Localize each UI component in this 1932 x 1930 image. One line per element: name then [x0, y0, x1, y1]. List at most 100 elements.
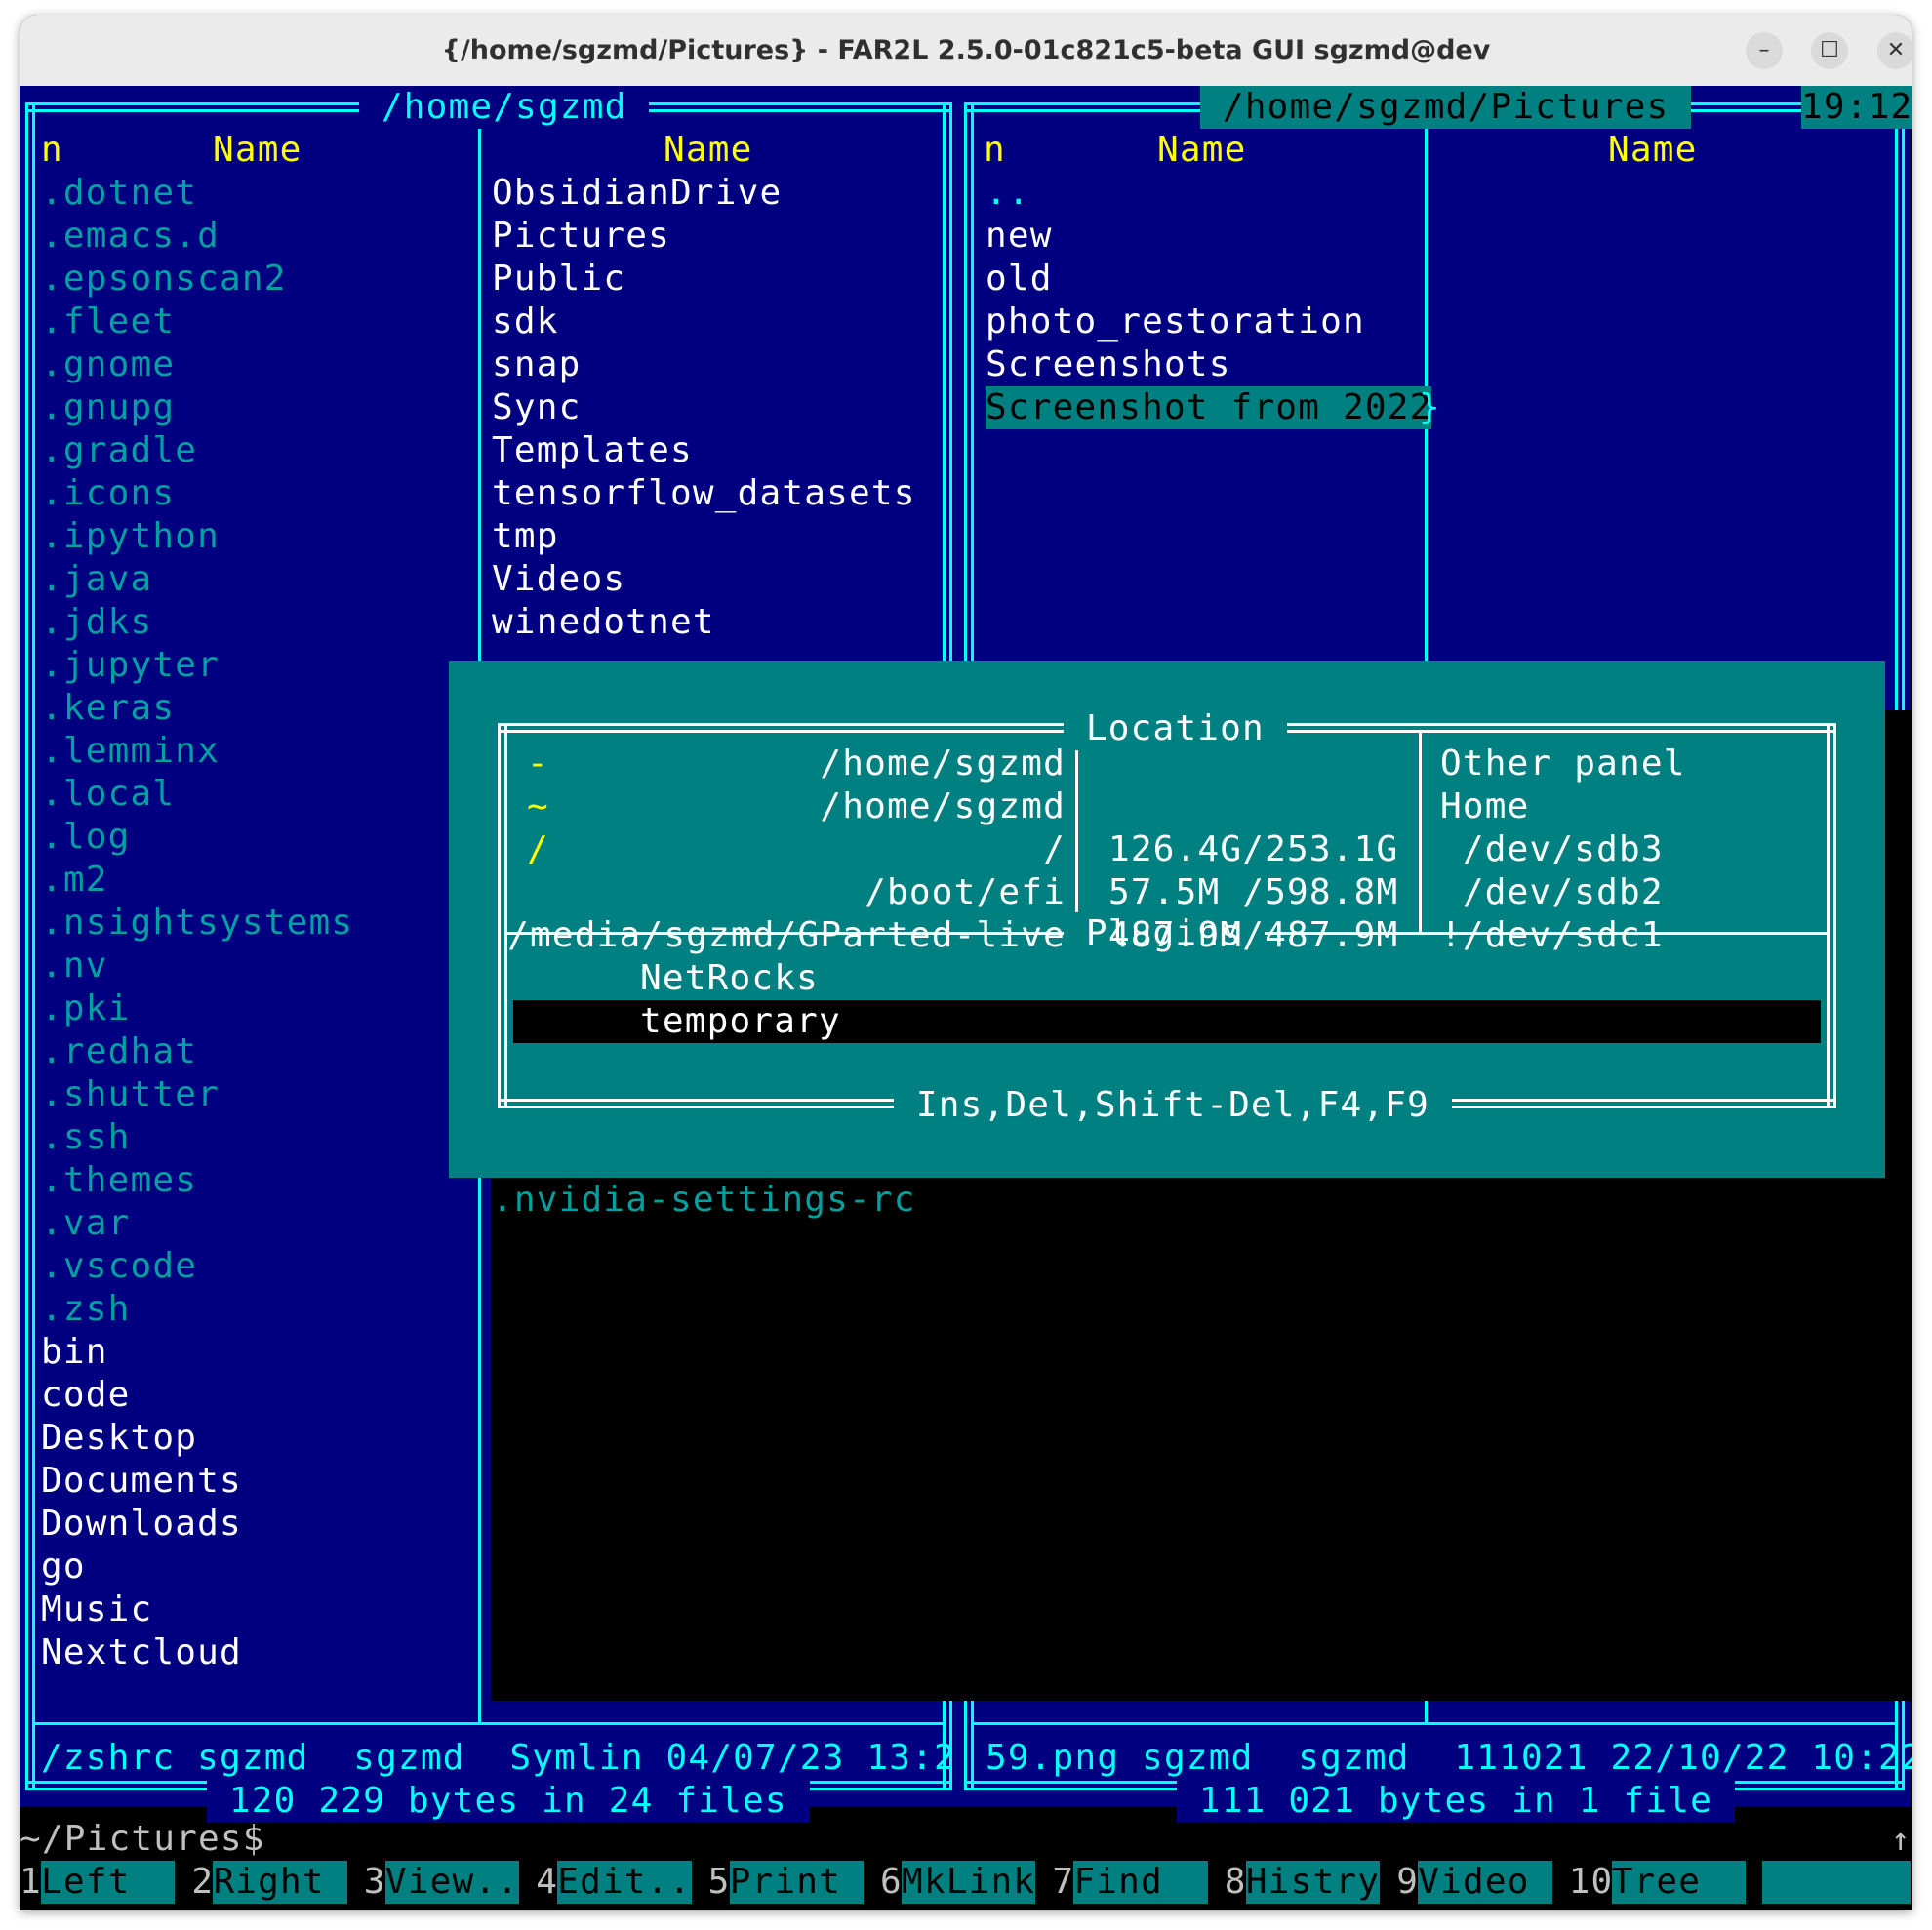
file-item[interactable]: .pki: [41, 987, 131, 1030]
location-info: /dev/sdb3: [1440, 829, 1664, 869]
file-item[interactable]: .nsightsystems: [41, 902, 353, 945]
window-title: {/home/sgzmd/Pictures} - FAR2L 2.5.0-01c…: [441, 35, 1491, 65]
left-col1-header-name[interactable]: Name: [213, 129, 302, 172]
file-item[interactable]: ObsidianDrive: [492, 172, 782, 215]
left-summary: 120 229 bytes in 24 files: [207, 1780, 810, 1823]
fkey-number: 10: [1568, 1862, 1614, 1902]
file-item[interactable]: .local: [41, 773, 175, 816]
file-item[interactable]: bin: [41, 1331, 108, 1374]
right-panel-path[interactable]: /home/sgzmd/Pictures: [1200, 86, 1692, 129]
fkey-10-button[interactable]: Tree: [1611, 1861, 1746, 1904]
file-item[interactable]: .jupyter: [41, 644, 220, 687]
file-item[interactable]: photo_restoration: [986, 301, 1365, 343]
selected-file-item[interactable]: Screenshot from 2022: [986, 386, 1432, 429]
file-item[interactable]: .nv: [41, 945, 108, 987]
file-item[interactable]: .gnome: [41, 343, 175, 386]
file-item[interactable]: sdk: [492, 301, 559, 343]
location-space: 487.9M/487.9M: [1108, 915, 1399, 955]
fkey-3-button[interactable]: View..: [384, 1861, 520, 1904]
file-item[interactable]: .epsonscan2: [41, 258, 287, 301]
plugin-item[interactable]: NetRocks: [640, 957, 819, 1000]
file-item[interactable]: go: [41, 1546, 86, 1588]
right-col2-header-name[interactable]: Name: [1608, 129, 1698, 172]
file-item[interactable]: .icons: [41, 472, 175, 515]
left-info-line: /zshrc sgzmd sgzmd Symlin 04/07/23 13:22: [41, 1738, 979, 1778]
fkey-4-button[interactable]: Edit..: [557, 1861, 692, 1904]
file-item[interactable]: .fleet: [41, 301, 175, 343]
file-item[interactable]: .zsh: [41, 1288, 131, 1331]
file-item[interactable]: .keras: [41, 687, 175, 730]
file-item[interactable]: .shutter: [41, 1073, 220, 1116]
right-col1-header-name[interactable]: Name: [1157, 129, 1247, 172]
file-item[interactable]: Pictures: [492, 215, 670, 258]
file-item[interactable]: old: [986, 258, 1053, 301]
file-item[interactable]: .ipython: [41, 515, 220, 558]
file-item[interactable]: .log: [41, 816, 131, 859]
right-col1-header-n[interactable]: n: [984, 129, 1006, 172]
file-item[interactable]: Templates: [492, 429, 693, 472]
fkey-2-button[interactable]: Right: [213, 1861, 347, 1904]
file-item[interactable]: Desktop: [41, 1417, 197, 1460]
dialog-footer: Ins,Del,Shift-Del,F4,F9: [894, 1084, 1452, 1127]
scroll-arrow-icon[interactable]: ↑: [1891, 1818, 1911, 1861]
title-bar[interactable]: {/home/sgzmd/Pictures} - FAR2L 2.5.0-01c…: [20, 15, 1912, 87]
fkey-5-button[interactable]: Print: [729, 1861, 864, 1904]
left-panel-left-border: [25, 102, 35, 1790]
file-item[interactable]: new: [986, 215, 1053, 258]
selected-plugin-item[interactable]: temporary: [640, 1000, 841, 1043]
file-item[interactable]: .ssh: [41, 1116, 131, 1159]
file-item[interactable]: .themes: [41, 1159, 197, 1202]
file-item[interactable]: .jdks: [41, 601, 152, 644]
dialog-left-border: [498, 723, 507, 1108]
file-item[interactable]: .emacs.d: [41, 215, 220, 258]
minimize-icon[interactable]: –: [1746, 32, 1783, 69]
maximize-icon[interactable]: ☐: [1811, 32, 1848, 69]
file-item[interactable]: .gnupg: [41, 386, 175, 429]
fkey-9-button[interactable]: Video: [1418, 1861, 1552, 1904]
file-item[interactable]: code: [41, 1374, 131, 1417]
fkey-7-button[interactable]: Find: [1073, 1861, 1208, 1904]
file-item[interactable]: tmp: [492, 515, 559, 558]
truncation-mark: }: [1419, 387, 1441, 427]
left-col2-header-name[interactable]: Name: [664, 129, 753, 172]
file-item[interactable]: Documents: [41, 1460, 242, 1503]
location-path[interactable]: /: [1043, 828, 1066, 871]
location-path[interactable]: /boot/efi: [865, 871, 1066, 914]
left-col1-header-n[interactable]: n: [41, 129, 63, 172]
file-item[interactable]: tensorflow_datasets: [492, 472, 916, 515]
file-item[interactable]: ..: [986, 172, 1030, 215]
left-panel-path[interactable]: /home/sgzmd: [359, 86, 650, 129]
fkey-6-button[interactable]: MkLink: [902, 1861, 1036, 1904]
close-icon[interactable]: ✕: [1877, 32, 1912, 69]
file-item[interactable]: Sync: [492, 386, 582, 429]
file-item[interactable]: Screenshots: [986, 343, 1231, 386]
right-info-line: 59.png sgzmd sgzmd 111021 22/10/22 10:22: [986, 1738, 1912, 1778]
file-item[interactable]: .vscode: [41, 1245, 197, 1288]
command-prompt[interactable]: ~/Pictures$: [20, 1818, 265, 1861]
shadowed-file[interactable]: .nvidia-settings-rc: [492, 1179, 916, 1222]
file-item[interactable]: .m2: [41, 859, 108, 902]
file-item[interactable]: Music: [41, 1588, 152, 1631]
fkey-number: 3: [363, 1862, 386, 1902]
fkey-1-button[interactable]: Left: [41, 1861, 176, 1904]
file-item[interactable]: winedotnet: [492, 601, 715, 644]
file-item[interactable]: .lemminx: [41, 730, 220, 773]
fkey-8-button[interactable]: Histry: [1245, 1861, 1381, 1904]
dialog-col-divider-1: [1075, 733, 1078, 932]
file-item[interactable]: Public: [492, 258, 625, 301]
file-item[interactable]: Downloads: [41, 1503, 242, 1546]
location-path[interactable]: /media/sgzmd/GParted-live: [507, 914, 1066, 957]
file-item[interactable]: .var: [41, 1202, 131, 1245]
file-item[interactable]: .gradle: [41, 429, 197, 472]
file-item[interactable]: Nextcloud: [41, 1631, 242, 1674]
file-item[interactable]: Videos: [492, 558, 625, 601]
location-path[interactable]: /home/sgzmd: [820, 743, 1066, 785]
location-path[interactable]: /home/sgzmd: [820, 785, 1066, 828]
right-summary: 111 021 bytes in 1 file: [1177, 1780, 1735, 1823]
fkey-number: 5: [707, 1862, 731, 1902]
file-item[interactable]: snap: [492, 343, 582, 386]
file-item[interactable]: .java: [41, 558, 152, 601]
file-item[interactable]: .redhat: [41, 1030, 197, 1073]
file-item[interactable]: .dotnet: [41, 172, 197, 215]
fkey-blank-button[interactable]: [1762, 1861, 1911, 1904]
